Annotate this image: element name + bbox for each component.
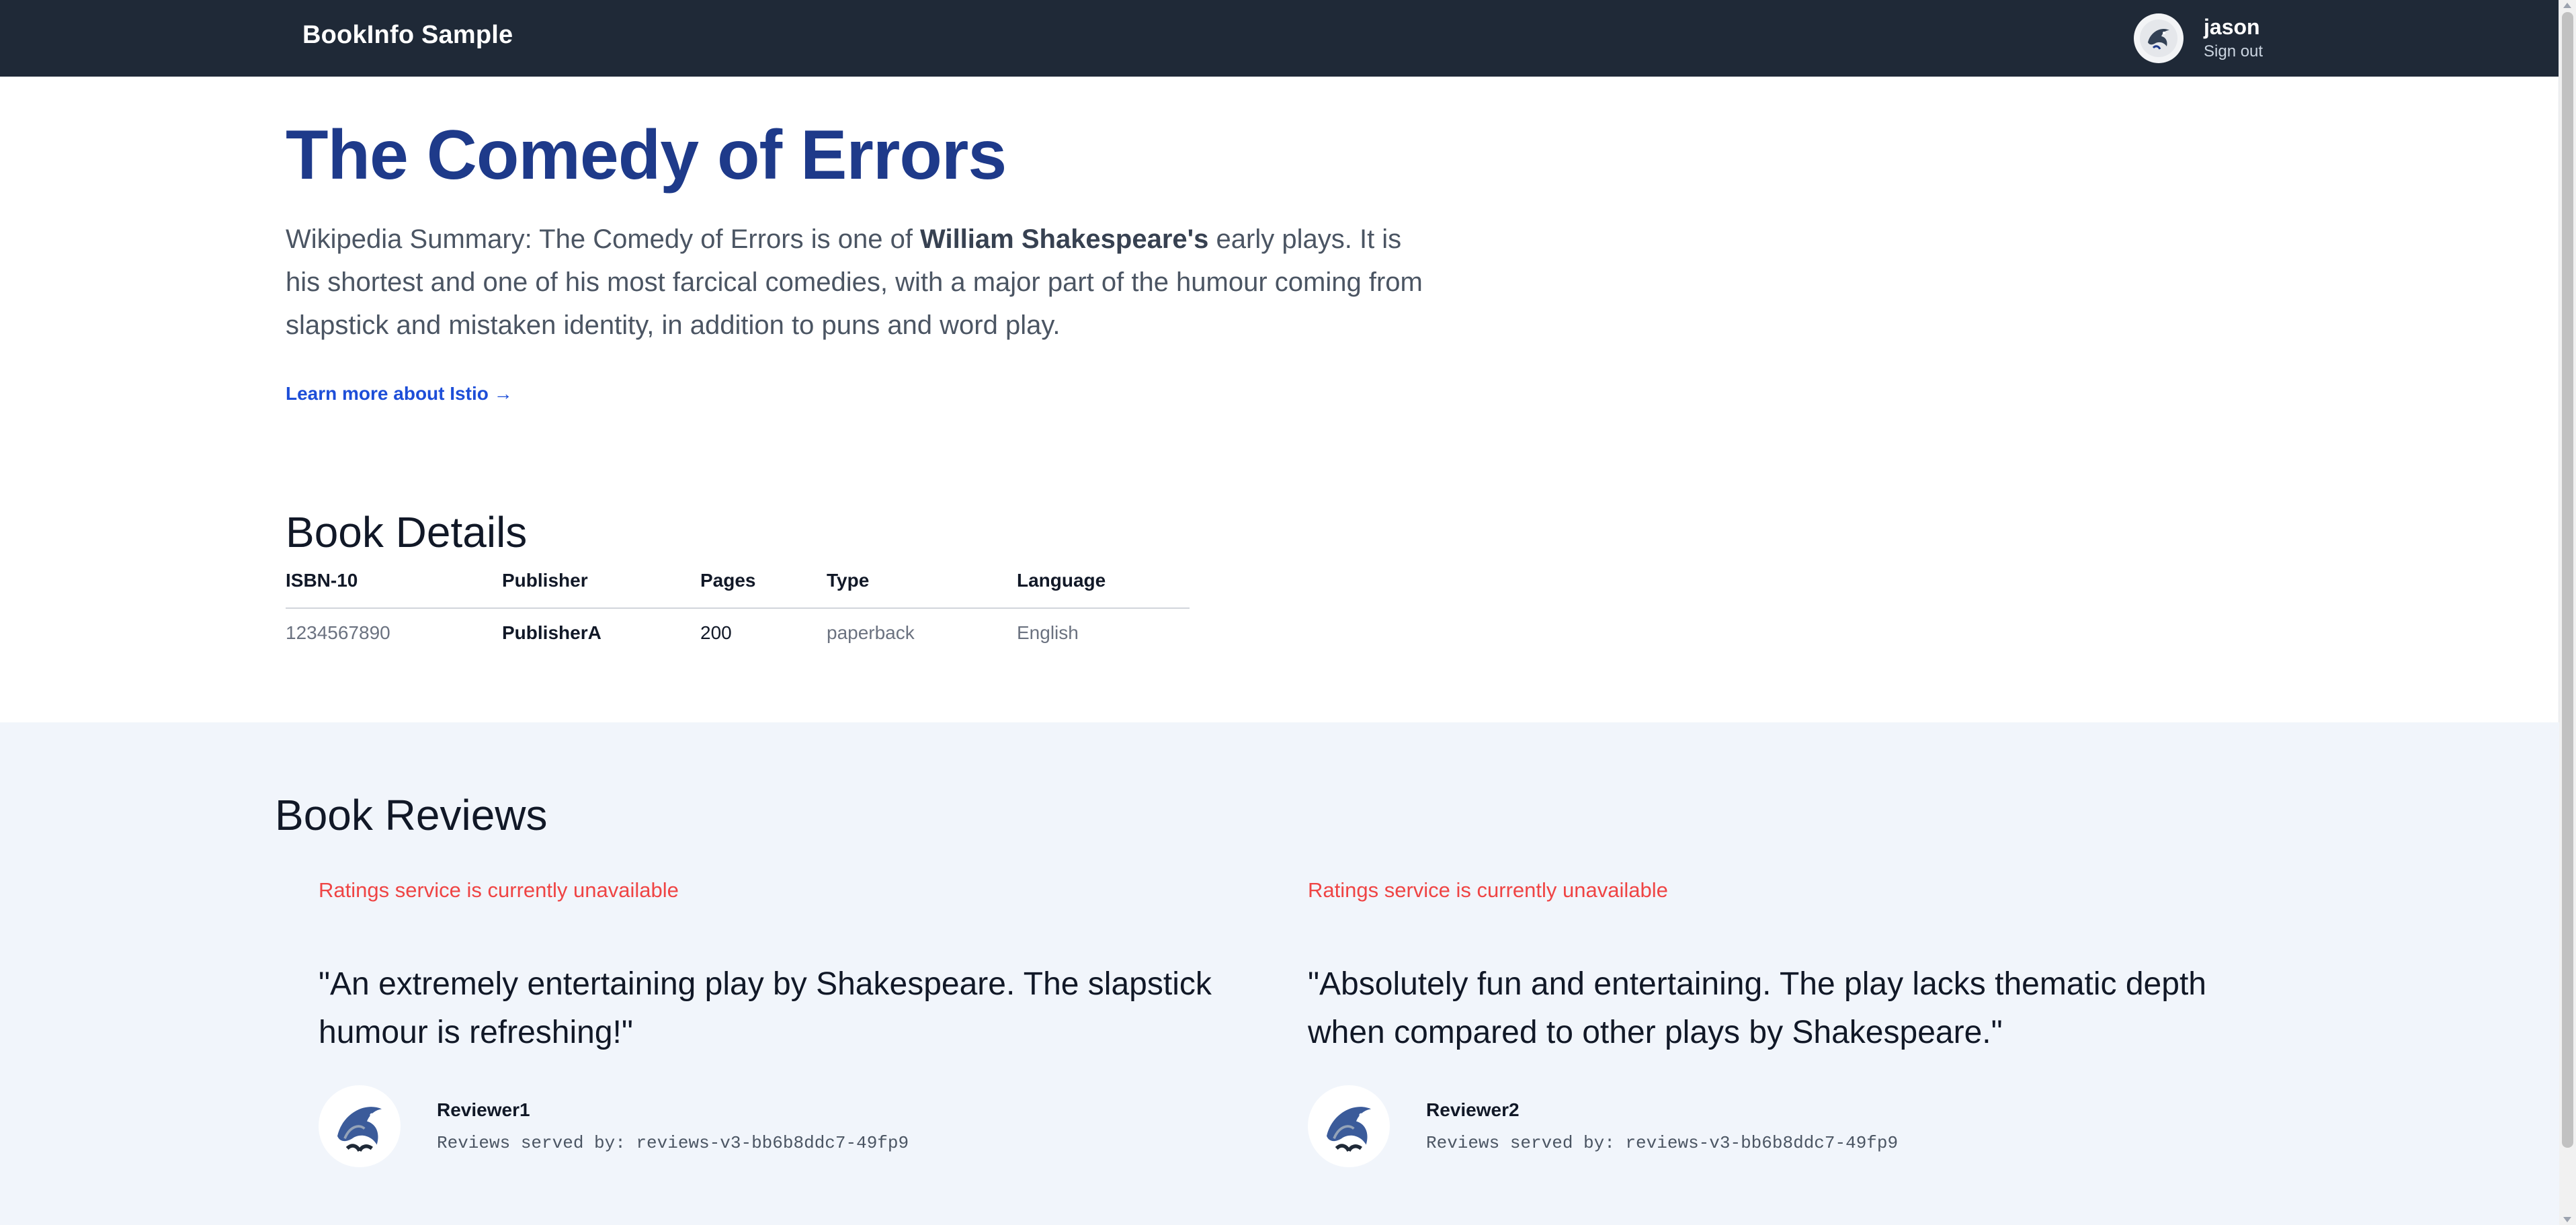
ratings-unavailable-message: Ratings service is currently unavailable bbox=[1308, 878, 1668, 902]
dolphin-avatar-icon bbox=[1308, 1085, 1390, 1167]
reviewer-info: Reviewer1 Reviews served by: reviews-v3-… bbox=[319, 1085, 1259, 1167]
pages-value: 200 bbox=[700, 622, 732, 643]
dolphin-avatar-icon[interactable] bbox=[2134, 13, 2184, 63]
summary-author: William Shakespeare's bbox=[920, 224, 1209, 254]
scrollbar-thumb[interactable] bbox=[2562, 12, 2573, 1148]
book-summary: Wikipedia Summary: The Comedy of Errors … bbox=[286, 218, 1428, 347]
user-menu: jason Sign out bbox=[2134, 9, 2263, 68]
column-publisher: Publisher bbox=[502, 570, 700, 609]
column-type: Type bbox=[827, 570, 1017, 609]
learn-more-link[interactable]: Learn more about Istio → bbox=[286, 382, 513, 406]
brand-title[interactable]: BookInfo Sample bbox=[302, 20, 513, 50]
reviewer-name: Reviewer1 bbox=[437, 1099, 530, 1120]
publisher-value: PublisherA bbox=[502, 622, 601, 643]
reviewer-info: Reviewer2 Reviews served by: reviews-v3-… bbox=[1308, 1085, 2249, 1167]
column-isbn: ISBN-10 bbox=[286, 570, 502, 609]
table-row: 1234567890 PublisherA 200 paperback Engl… bbox=[286, 608, 1190, 644]
review-card: Ratings service is currently unavailable… bbox=[1308, 877, 2249, 1167]
book-details-heading: Book Details bbox=[286, 508, 528, 556]
book-details-table: ISBN-10 Publisher Pages Type Language 12… bbox=[286, 570, 1190, 644]
user-name: jason bbox=[2204, 15, 2260, 39]
column-pages: Pages bbox=[700, 570, 827, 609]
dolphin-avatar-icon bbox=[319, 1085, 401, 1167]
served-by-label: Reviews served by: reviews-v3-bb6b8ddc7-… bbox=[1426, 1133, 1899, 1153]
scroll-up-arrow-icon[interactable] bbox=[2563, 3, 2571, 8]
sign-out-link[interactable]: Sign out bbox=[2204, 42, 2263, 62]
served-by-label: Reviews served by: reviews-v3-bb6b8ddc7-… bbox=[437, 1133, 909, 1153]
top-navbar: BookInfo Sample jason Sign out bbox=[0, 0, 2559, 77]
review-card: Ratings service is currently unavailable… bbox=[319, 877, 1259, 1167]
ratings-unavailable-message: Ratings service is currently unavailable bbox=[319, 878, 679, 902]
book-title: The Comedy of Errors bbox=[286, 116, 1007, 194]
review-text: "Absolutely fun and entertaining. The pl… bbox=[1308, 966, 2206, 1050]
column-language: Language bbox=[1017, 570, 1190, 609]
review-text: "An extremely entertaining play by Shake… bbox=[319, 966, 1212, 1050]
language-value: English bbox=[1017, 622, 1079, 643]
book-reviews-section: Book Reviews Ratings service is currentl… bbox=[0, 722, 2559, 1225]
reviewer-name: Reviewer2 bbox=[1426, 1099, 1520, 1120]
details-header-row: ISBN-10 Publisher Pages Type Language bbox=[286, 570, 1190, 609]
book-reviews-heading: Book Reviews bbox=[275, 791, 548, 839]
isbn-value: 1234567890 bbox=[286, 622, 390, 643]
page-scrollbar[interactable] bbox=[2559, 0, 2576, 1225]
type-value: paperback bbox=[827, 622, 915, 643]
summary-prefix: Wikipedia Summary: The Comedy of Errors … bbox=[286, 224, 921, 254]
scroll-down-arrow-icon[interactable] bbox=[2563, 1217, 2571, 1222]
